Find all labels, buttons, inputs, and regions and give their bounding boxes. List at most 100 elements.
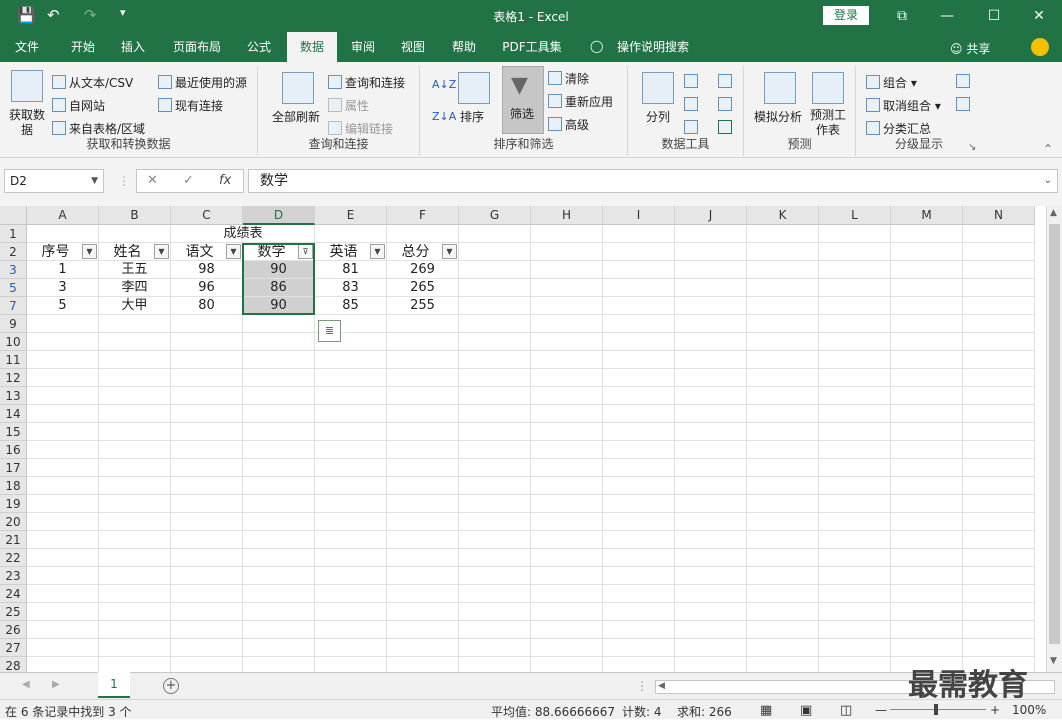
cell-H10[interactable] [531,333,603,351]
cell-L17[interactable] [819,459,891,477]
cell-J3[interactable] [675,261,747,279]
row-header[interactable]: 18 [0,477,27,495]
cell-M12[interactable] [891,369,963,387]
cell-M3[interactable] [891,261,963,279]
cell-F10[interactable] [387,333,459,351]
row-header[interactable]: 23 [0,567,27,585]
cell-F16[interactable] [387,441,459,459]
scroll-up-icon[interactable]: ▲ [1050,208,1057,218]
cell-J19[interactable] [675,495,747,513]
vertical-scrollbar[interactable]: ▲ ▼ [1046,206,1062,672]
cell-F1[interactable] [387,225,459,243]
ungroup-button[interactable]: 取消组合 ▾ [866,97,941,114]
cell-L12[interactable] [819,369,891,387]
cell-K19[interactable] [747,495,819,513]
column-header[interactable]: N [963,206,1035,225]
cell-A7[interactable]: 5 [27,297,99,315]
next-sheet-icon[interactable]: ▶ [52,679,60,690]
cell-I18[interactable] [603,477,675,495]
cell-K24[interactable] [747,585,819,603]
cell-C16[interactable] [171,441,243,459]
cell-F9[interactable] [387,315,459,333]
cell-K9[interactable] [747,315,819,333]
cell-D11[interactable] [243,351,315,369]
row-header[interactable]: 13 [0,387,27,405]
cell-J1[interactable] [675,225,747,243]
cell-A12[interactable] [27,369,99,387]
ribbon-display-icon[interactable]: ⧉ [890,4,914,28]
cell-A27[interactable] [27,639,99,657]
row-header[interactable]: 3 [0,261,27,279]
cell-G10[interactable] [459,333,531,351]
tab-split-grip-icon[interactable]: ⋮ [636,679,648,693]
group-button[interactable]: 组合 ▾ [866,74,917,91]
cell-J23[interactable] [675,567,747,585]
cell-C22[interactable] [171,549,243,567]
vertical-scroll-thumb[interactable] [1049,224,1060,644]
column-header[interactable]: G [459,206,531,225]
expand-formula-icon[interactable]: ⌄ [1044,170,1052,192]
row-header[interactable]: 24 [0,585,27,603]
cell-L18[interactable] [819,477,891,495]
cell-F26[interactable] [387,621,459,639]
reapply-button[interactable]: 重新应用 [548,93,613,110]
cell-G21[interactable] [459,531,531,549]
cell-B23[interactable] [99,567,171,585]
cell-G26[interactable] [459,621,531,639]
column-header[interactable]: F [387,206,459,225]
cell-C18[interactable] [171,477,243,495]
filter-dropdown-icon[interactable]: ▼ [370,244,385,259]
cell-B24[interactable] [99,585,171,603]
cell-I9[interactable] [603,315,675,333]
cell-M16[interactable] [891,441,963,459]
cell-B28[interactable] [99,657,171,672]
cell-K20[interactable] [747,513,819,531]
cell-I3[interactable] [603,261,675,279]
cell-D19[interactable] [243,495,315,513]
cell-C5[interactable]: 96 [171,279,243,297]
cell-I11[interactable] [603,351,675,369]
cell-H22[interactable] [531,549,603,567]
row-header[interactable]: 17 [0,459,27,477]
cell-E24[interactable] [315,585,387,603]
flash-fill-icon[interactable] [684,74,698,88]
cell-M5[interactable] [891,279,963,297]
cell-E14[interactable] [315,405,387,423]
cell-J17[interactable] [675,459,747,477]
cell-D22[interactable] [243,549,315,567]
cell-D21[interactable] [243,531,315,549]
cell-H11[interactable] [531,351,603,369]
row-header[interactable]: 26 [0,621,27,639]
cell-C21[interactable] [171,531,243,549]
add-sheet-icon[interactable]: + [163,678,179,694]
cell-C23[interactable] [171,567,243,585]
cell-N15[interactable] [963,423,1035,441]
tab-formulas[interactable]: 公式 [236,32,282,62]
column-header[interactable]: E [315,206,387,225]
cell-M9[interactable] [891,315,963,333]
cell-M23[interactable] [891,567,963,585]
row-header[interactable]: 25 [0,603,27,621]
cell-A24[interactable] [27,585,99,603]
cell-F28[interactable] [387,657,459,672]
cell-G12[interactable] [459,369,531,387]
cell-G15[interactable] [459,423,531,441]
cell-N24[interactable] [963,585,1035,603]
sort-button[interactable]: 排序 [460,108,484,125]
zoom-slider[interactable] [890,709,986,710]
cell-J13[interactable] [675,387,747,405]
cell-C28[interactable] [171,657,243,672]
cell-G20[interactable] [459,513,531,531]
cell-L16[interactable] [819,441,891,459]
cell-E7[interactable]: 85 [315,297,387,315]
cell-H21[interactable] [531,531,603,549]
cell-E28[interactable] [315,657,387,672]
cell-M19[interactable] [891,495,963,513]
cell-D25[interactable] [243,603,315,621]
cell-L28[interactable] [819,657,891,672]
cell-J9[interactable] [675,315,747,333]
cell-K12[interactable] [747,369,819,387]
tab-help[interactable]: 帮助 [441,32,487,62]
cell-H18[interactable] [531,477,603,495]
cell-G27[interactable] [459,639,531,657]
